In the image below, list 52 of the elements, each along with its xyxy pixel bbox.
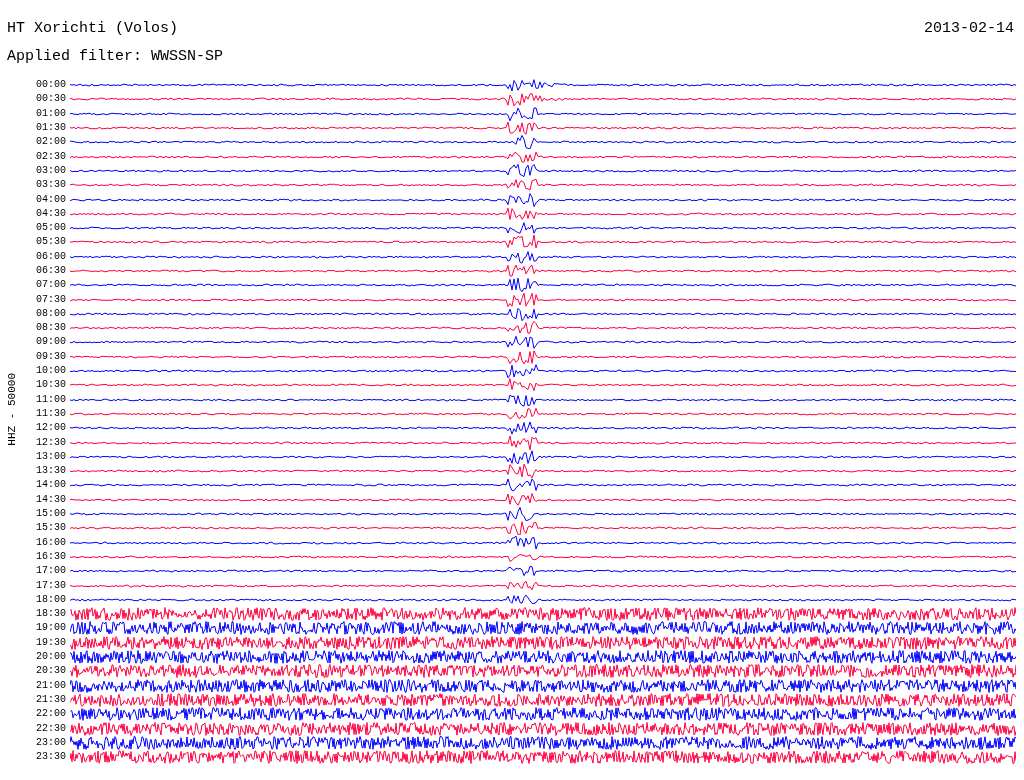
time-label: 09:30 [35,351,67,362]
time-label: 17:30 [35,580,67,591]
time-label: 14:00 [35,480,67,491]
time-label: 01:30 [35,123,67,134]
time-label: 06:30 [35,266,67,276]
time-label: 23:00 [35,737,67,748]
time-label: 16:00 [35,537,67,548]
time-label: 10:30 [35,380,67,391]
time-label: 21:00 [35,680,67,691]
time-label: 13:30 [35,466,67,477]
time-label: 12:00 [35,423,67,434]
time-label: 00:30 [35,94,67,105]
time-label: 04:30 [35,208,67,219]
time-label: 17:00 [35,566,67,577]
time-label: 13:00 [35,451,67,462]
time-label: 09:00 [35,337,67,348]
channel-label: HHZ - 50000 [6,373,18,446]
filter-label: Applied filter: WWSSN-SP [7,48,224,65]
time-label: 15:30 [35,523,67,534]
time-label: 14:30 [35,494,67,505]
time-label: 06:00 [35,251,67,262]
time-label: 20:00 [35,652,67,662]
time-label: 18:00 [35,594,67,605]
time-label: 03:00 [35,165,67,176]
time-label: 20:30 [35,666,67,677]
time-label: 23:30 [35,752,67,763]
time-label: 15:00 [35,509,67,520]
time-label: 01:00 [35,108,67,119]
time-label: 03:30 [35,180,67,191]
time-label: 11:30 [35,408,67,419]
time-label: 00:00 [35,80,67,91]
time-label: 04:00 [35,194,67,205]
time-label: 21:30 [35,694,67,705]
time-label: 10:00 [35,366,67,377]
time-label: 22:30 [35,723,67,734]
time-label: 19:00 [35,623,67,634]
time-label: 22:00 [35,709,67,720]
station-title: HT Xorichti (Volos) [7,20,179,39]
time-label: 05:00 [35,223,67,234]
time-label: 18:30 [35,609,67,620]
time-label: 02:30 [35,151,67,162]
time-label: 07:30 [35,294,67,305]
time-label: 07:00 [35,280,67,291]
time-label: 05:30 [35,237,67,248]
time-label: 19:30 [35,637,67,648]
time-label: 12:30 [35,437,67,448]
date-label: 2013-02-14 [924,20,1014,39]
time-label: 16:30 [35,551,67,562]
time-label: 08:00 [35,308,67,319]
time-label: 02:00 [35,137,67,148]
time-label: 11:00 [35,394,67,405]
time-label: 08:30 [35,323,67,334]
